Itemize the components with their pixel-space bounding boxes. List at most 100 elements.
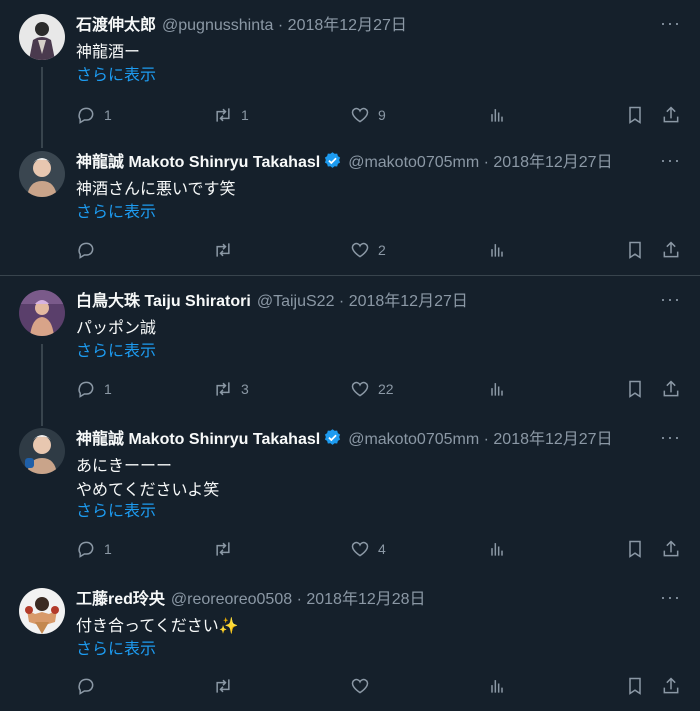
heart-icon (351, 541, 369, 557)
views-icon (491, 109, 503, 122)
bookmark-button[interactable] (625, 377, 645, 401)
tweet-date[interactable]: 2018年12月27日 (493, 154, 612, 171)
views-button[interactable] (487, 377, 507, 401)
tweet[interactable]: 石渡伸太郎 @pugnusshinta · 2018年12月27日 ··· 神龍酒… (0, 14, 700, 134)
like-button[interactable]: 4 (350, 537, 386, 561)
show-more-link[interactable]: さらに表示 (76, 201, 156, 225)
more-options-icon[interactable]: ··· (660, 290, 680, 314)
share-icon (663, 241, 679, 258)
reply-icon (78, 381, 94, 398)
tweet[interactable]: 白鳥大珠 Taiju Shiratori @TaijuS22 · 2018年12月… (0, 290, 700, 410)
retweet-button[interactable]: 1 (213, 103, 249, 127)
views-button[interactable] (487, 537, 507, 561)
share-button[interactable] (661, 103, 681, 127)
separator: · (292, 591, 307, 608)
retweet-button[interactable] (213, 537, 241, 561)
share-icon (663, 380, 679, 397)
reply-button[interactable] (76, 238, 104, 262)
reply-count: 1 (104, 541, 112, 557)
reply-icon (78, 107, 94, 124)
retweet-button[interactable]: 3 (213, 377, 249, 401)
show-more-link[interactable]: さらに表示 (76, 64, 156, 88)
tweet-date[interactable]: 2018年12月27日 (349, 293, 468, 310)
more-options-icon[interactable]: ··· (660, 14, 680, 38)
tweet-text: 神龍酒ー (76, 44, 141, 61)
user-handle[interactable]: @reoreoreo0508 (171, 591, 292, 608)
like-button[interactable]: 9 (350, 103, 386, 127)
views-button[interactable] (487, 103, 507, 127)
reply-button[interactable]: 1 (76, 103, 112, 127)
tweet-header: 神龍誠 Makoto Shinryu Takahasl @makoto0705mm… (76, 428, 656, 452)
user-handle[interactable]: @makoto0705mm (348, 431, 479, 448)
heart-icon (351, 678, 369, 694)
avatar[interactable] (19, 428, 65, 474)
tweet-actions: 1 3 22 (76, 377, 686, 401)
avatar[interactable] (19, 290, 65, 336)
views-icon (491, 543, 503, 556)
share-icon (663, 540, 679, 557)
user-handle[interactable]: @TaijuS22 (257, 293, 335, 310)
display-name[interactable]: 白鳥大珠 Taiju Shiratori (76, 293, 251, 310)
heart-icon (351, 242, 369, 258)
tweet[interactable]: 神龍誠 Makoto Shinryu Takahasl @makoto0705mm… (0, 151, 700, 271)
bookmark-button[interactable] (625, 103, 645, 127)
tweet-date[interactable]: 2018年12月28日 (306, 591, 425, 608)
retweet-icon (216, 542, 230, 556)
verified-badge-icon (323, 151, 342, 175)
more-options-icon[interactable]: ··· (660, 428, 680, 452)
user-handle[interactable]: @pugnusshinta (162, 17, 273, 34)
retweet-button[interactable] (213, 674, 241, 698)
display-name[interactable]: 神龍誠 Makoto Shinryu Takahasl (76, 431, 320, 448)
show-more-link[interactable]: さらに表示 (76, 638, 156, 662)
bookmark-button[interactable] (625, 238, 645, 262)
share-button[interactable] (661, 377, 681, 401)
tweet-text: 付き合ってください✨ (76, 618, 239, 635)
bookmark-button[interactable] (625, 674, 645, 698)
retweet-button[interactable] (213, 238, 241, 262)
tweet-actions: 2 (76, 238, 686, 262)
tweet-header: 石渡伸太郎 @pugnusshinta · 2018年12月27日 (76, 14, 656, 38)
avatar[interactable] (19, 151, 65, 197)
reply-icon (78, 541, 94, 558)
views-button[interactable] (487, 238, 507, 262)
more-options-icon[interactable]: ··· (660, 588, 680, 612)
bookmark-icon (629, 540, 641, 558)
retweet-icon (216, 382, 230, 396)
like-button[interactable]: 2 (350, 238, 386, 262)
like-count: 2 (378, 242, 386, 258)
reply-button[interactable] (76, 674, 104, 698)
show-more-link[interactable]: さらに表示 (76, 500, 156, 524)
bookmark-button[interactable] (625, 537, 645, 561)
tweet-text: あにきーーー やめてくださいよ笑 (76, 458, 220, 499)
separator: · (273, 17, 288, 34)
like-button[interactable]: 22 (350, 377, 394, 401)
tweet[interactable]: 神龍誠 Makoto Shinryu Takahasl @makoto0705mm… (0, 428, 700, 573)
display-name[interactable]: 神龍誠 Makoto Shinryu Takahasl (76, 154, 320, 171)
bookmark-icon (629, 380, 641, 398)
separator: · (334, 293, 349, 310)
more-options-icon[interactable]: ··· (660, 151, 680, 175)
bookmark-icon (629, 106, 641, 124)
share-button[interactable] (661, 674, 681, 698)
display-name[interactable]: 石渡伸太郎 (76, 17, 156, 34)
show-more-link[interactable]: さらに表示 (76, 340, 156, 364)
tweet-date[interactable]: 2018年12月27日 (288, 17, 407, 34)
avatar[interactable] (19, 588, 65, 634)
like-button[interactable] (350, 674, 378, 698)
share-button[interactable] (661, 238, 681, 262)
share-button[interactable] (661, 537, 681, 561)
share-icon (663, 106, 679, 123)
display-name[interactable]: 工藤red玲央 (76, 591, 165, 608)
reply-button[interactable]: 1 (76, 537, 112, 561)
tweet-header: 神龍誠 Makoto Shinryu Takahasl @makoto0705mm… (76, 151, 656, 175)
views-button[interactable] (487, 674, 507, 698)
views-icon (491, 383, 503, 396)
reply-count: 1 (104, 381, 112, 397)
tweet-date[interactable]: 2018年12月27日 (493, 431, 612, 448)
thread-divider (0, 275, 700, 276)
user-handle[interactable]: @makoto0705mm (348, 154, 479, 171)
tweet[interactable]: 工藤red玲央 @reoreoreo0508 · 2018年12月28日 ··· … (0, 588, 700, 708)
heart-icon (351, 381, 369, 397)
avatar[interactable] (19, 14, 65, 60)
reply-button[interactable]: 1 (76, 377, 112, 401)
